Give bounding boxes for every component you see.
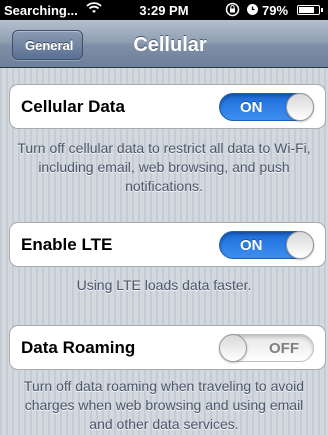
enable-lte-row: Enable LTE ON (9, 222, 326, 267)
data-roaming-row: Data Roaming OFF (9, 325, 326, 370)
data-roaming-footer: Turn off data roaming when traveling to … (23, 378, 305, 432)
alarm-icon (246, 2, 259, 19)
enable-lte-toggle-state: ON (240, 237, 263, 254)
rotation-lock-icon (225, 2, 240, 20)
status-bar: Searching... 3:29 PM 79% (0, 0, 328, 20)
cellular-data-row: Cellular Data ON (9, 84, 326, 129)
navigation-bar: General Cellular (0, 20, 328, 68)
battery-icon (297, 5, 323, 15)
enable-lte-label: Enable LTE (21, 235, 113, 254)
enable-lte-footer: Using LTE loads data faster. (76, 277, 252, 293)
battery-fill (299, 7, 314, 13)
data-roaming-toggle[interactable]: OFF (219, 334, 314, 362)
page-title: Cellular (133, 34, 207, 56)
cellular-data-footer: Turn off cellular data to restrict all d… (17, 140, 311, 194)
toggle-knob (286, 231, 314, 259)
data-roaming-label: Data Roaming (21, 338, 136, 357)
toggle-knob (219, 334, 247, 362)
data-roaming-toggle-state: OFF (269, 340, 299, 357)
enable-lte-toggle[interactable]: ON (219, 231, 314, 259)
battery-percent: 79% (262, 3, 289, 18)
cellular-data-label: Cellular Data (21, 97, 125, 116)
cellular-data-toggle[interactable]: ON (219, 93, 314, 121)
cellular-data-toggle-state: ON (240, 99, 263, 116)
toggle-knob (286, 93, 314, 121)
